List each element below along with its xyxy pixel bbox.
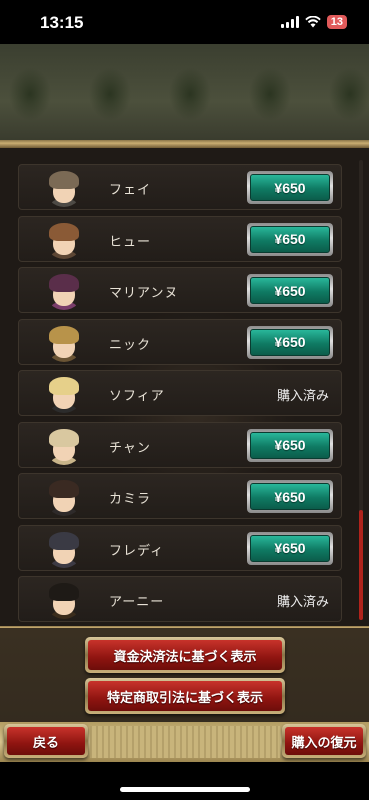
status-bar: 13:15 13	[0, 0, 369, 44]
status-icons: 13	[280, 15, 347, 29]
commercial-transactions-act-button[interactable]: 特定商取引法に基づく表示	[85, 678, 285, 714]
home-indicator[interactable]	[120, 787, 250, 792]
buy-button[interactable]: ¥650	[247, 171, 333, 204]
price-label: ¥650	[250, 483, 330, 510]
status-time: 13:15	[40, 13, 84, 32]
price-label: ¥650	[250, 431, 330, 459]
buy-button[interactable]: ¥650	[247, 222, 333, 256]
character-name: フレディ	[109, 543, 165, 559]
price-label: ¥650	[250, 328, 330, 356]
battery-icon: 13	[326, 15, 347, 29]
product-row: ソフィア 購入済み	[18, 370, 342, 416]
buy-button[interactable]: ¥650	[247, 325, 333, 359]
price-label: ¥650	[250, 225, 330, 253]
character-name: ソフィア	[109, 389, 165, 404]
product-row: フェイ ¥650	[18, 164, 342, 210]
character-name: チャン	[109, 440, 151, 456]
character-avatar	[45, 324, 83, 362]
price-label: ¥650	[250, 534, 330, 562]
purchased-status: 購入済み	[276, 595, 329, 610]
back-label: 戻る	[7, 727, 85, 755]
scrollbar-thumb[interactable]	[359, 510, 363, 620]
product-row: チャン ¥650	[18, 421, 342, 468]
buy-button[interactable]: ¥650	[247, 274, 333, 307]
character-avatar	[45, 272, 83, 310]
product-row: アーニー 購入済み	[18, 576, 342, 622]
character-name: フェイ	[109, 183, 152, 198]
product-row: マリアンヌ ¥650	[18, 267, 342, 313]
character-avatar	[45, 581, 83, 619]
damask-banner	[0, 44, 369, 140]
character-name: ニック	[109, 337, 152, 353]
character-avatar	[45, 221, 83, 259]
character-avatar	[45, 427, 83, 465]
character-name: ヒュー	[109, 234, 152, 250]
product-list-panel: フェイ ¥650 ヒュー ¥650 マリアンヌ ¥650 ニック ¥650 ソフィア 購入済み チャ…	[0, 148, 369, 628]
character-avatar	[45, 530, 83, 568]
character-avatar	[45, 478, 83, 516]
banner-divider	[0, 140, 369, 148]
commercial-transactions-act-label: 特定商取引法に基づく表示	[88, 681, 282, 711]
product-row: カミラ ¥650	[18, 473, 342, 519]
product-row: フレディ ¥650	[18, 524, 342, 571]
home-area	[0, 762, 369, 800]
back-button[interactable]: 戻る	[4, 724, 88, 758]
buy-button[interactable]: ¥650	[247, 480, 333, 513]
character-avatar	[45, 169, 83, 207]
restore-purchases-button[interactable]: 購入の復元	[282, 724, 366, 758]
character-name: カミラ	[109, 492, 152, 507]
product-row: ニック ¥650	[18, 318, 342, 365]
price-label: ¥650	[250, 174, 330, 201]
product-row: ヒュー ¥650	[18, 215, 342, 262]
wifi-icon	[305, 16, 321, 28]
character-avatar	[45, 375, 83, 413]
character-name: アーニー	[109, 595, 165, 610]
buy-button[interactable]: ¥650	[247, 531, 333, 565]
footer-ornament	[90, 726, 280, 758]
funds-settlement-act-label: 資金決済法に基づく表示	[88, 640, 282, 670]
character-name: マリアンヌ	[109, 286, 179, 301]
purchased-status: 購入済み	[276, 389, 329, 404]
funds-settlement-act-button[interactable]: 資金決済法に基づく表示	[85, 637, 285, 673]
buy-button[interactable]: ¥650	[247, 428, 333, 462]
restore-purchases-label: 購入の復元	[285, 727, 363, 755]
price-label: ¥650	[250, 277, 330, 304]
cellular-signal-icon	[280, 16, 299, 28]
